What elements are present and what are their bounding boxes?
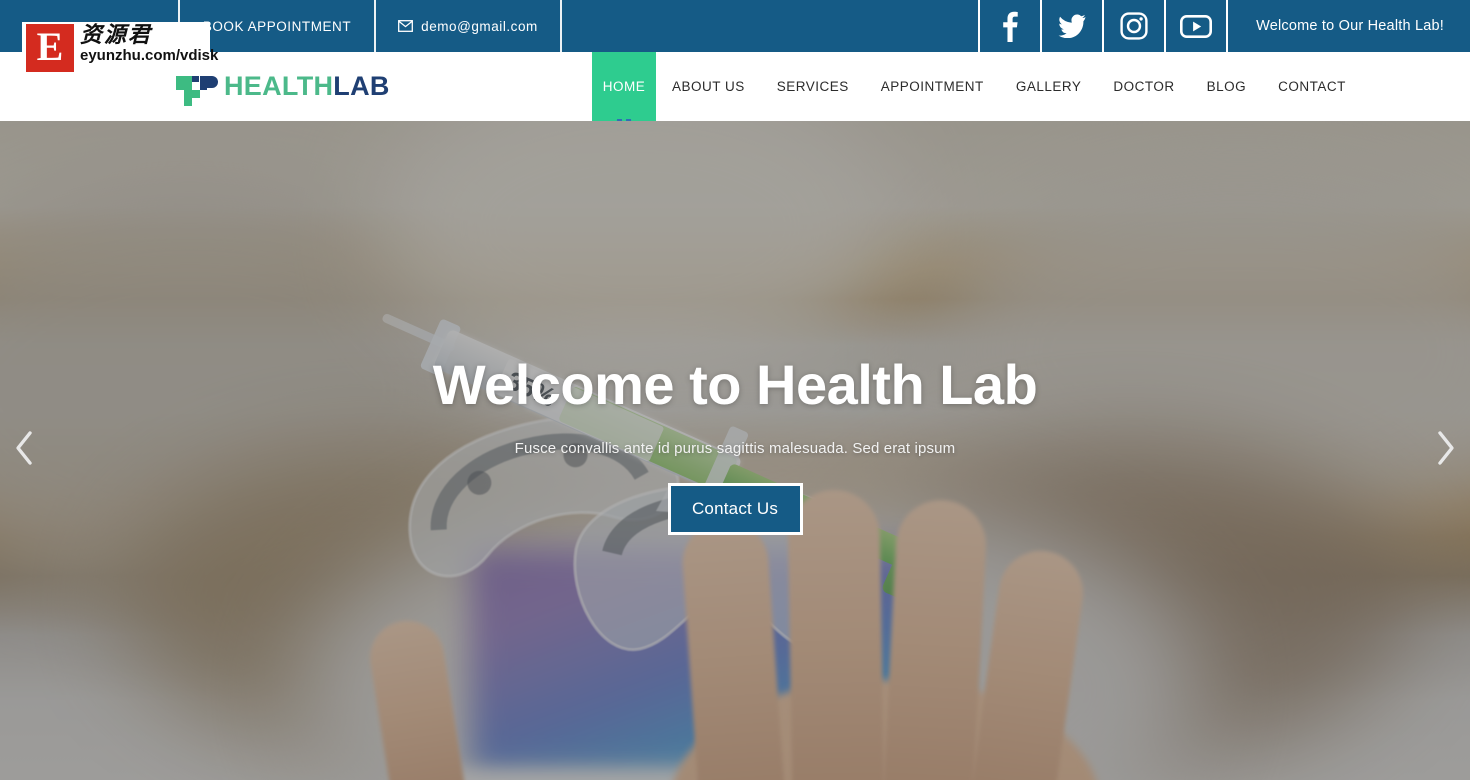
email-link[interactable]: demo@gmail.com xyxy=(376,0,562,52)
youtube-icon xyxy=(1180,14,1213,38)
email-label: demo@gmail.com xyxy=(421,18,538,34)
nav-item-blog[interactable]: BLOG xyxy=(1191,52,1263,121)
book-appointment-label: BOOK APPOINTMENT xyxy=(202,18,352,34)
nav-item-contact-label: CONTACT xyxy=(1278,79,1346,94)
social-link-facebook[interactable] xyxy=(978,0,1043,52)
hero-title: Welcome to Health Lab xyxy=(432,353,1038,417)
slider-next-button[interactable] xyxy=(1424,421,1468,481)
twitter-icon xyxy=(1058,14,1086,38)
watermark-text: 资源君 eyunzhu.com/vdisk xyxy=(80,24,218,65)
nav-item-about-us-label: ABOUT US xyxy=(672,79,745,94)
contact-us-button[interactable]: Contact Us xyxy=(667,482,803,535)
social-links xyxy=(978,0,1229,52)
chevron-right-icon xyxy=(1435,430,1457,471)
site-header: HEALTHLAB HOME ABOUT US SERVICES APPOINT… xyxy=(0,52,1470,136)
logo-text-health: HEALTH xyxy=(224,71,334,101)
nav-item-gallery[interactable]: GALLERY xyxy=(1000,52,1098,121)
hero-slider: 35% Welcome to Health Lab Fusce convalli… xyxy=(0,121,1470,780)
top-bar-middle-spacer xyxy=(562,0,978,52)
slider-prev-button[interactable] xyxy=(2,421,46,481)
nav-item-doctor-label: DOCTOR xyxy=(1113,79,1175,94)
facebook-icon xyxy=(1002,10,1018,42)
nav-item-doctor[interactable]: DOCTOR xyxy=(1097,52,1190,121)
watermark-overlay: E 资源君 eyunzhu.com/vdisk xyxy=(22,22,218,76)
hero-content: Welcome to Health Lab Fusce convallis an… xyxy=(0,121,1470,780)
logo-text-lab: LAB xyxy=(333,71,390,101)
nav-item-contact[interactable]: CONTACT xyxy=(1262,52,1362,121)
contact-us-button-label: Contact Us xyxy=(691,498,779,518)
welcome-message-label: Welcome to Our Health Lab! xyxy=(1256,18,1444,34)
envelope-icon xyxy=(398,20,414,32)
logo-text: HEALTHLAB xyxy=(224,73,390,100)
nav-item-home[interactable]: HOME xyxy=(592,52,656,136)
welcome-message: Welcome to Our Health Lab! xyxy=(1226,0,1470,52)
social-link-instagram[interactable] xyxy=(1102,0,1167,52)
nav-item-appointment-label: APPOINTMENT xyxy=(880,79,984,94)
watermark-badge-icon: E xyxy=(26,24,74,72)
nav-item-gallery-label: GALLERY xyxy=(1015,79,1082,94)
instagram-icon xyxy=(1120,12,1148,40)
top-bar: BOOK APPOINTMENT demo@gmail.com Welcome … xyxy=(0,0,1470,52)
nav-item-about-us[interactable]: ABOUT US xyxy=(656,52,761,121)
nav-item-services-label: SERVICES xyxy=(776,79,849,94)
social-link-youtube[interactable] xyxy=(1164,0,1229,52)
social-link-twitter[interactable] xyxy=(1040,0,1105,52)
watermark-url: eyunzhu.com/vdisk xyxy=(80,47,219,65)
main-navigation: HOME ABOUT US SERVICES APPOINTMENT GALLE… xyxy=(592,52,1362,136)
watermark-chinese-text: 资源君 xyxy=(80,23,153,48)
nav-item-blog-label: BLOG xyxy=(1206,79,1247,94)
nav-item-services[interactable]: SERVICES xyxy=(761,52,865,121)
nav-item-appointment[interactable]: APPOINTMENT xyxy=(865,52,1000,121)
hero-subtitle: Fusce convallis ante id purus sagittis m… xyxy=(514,439,956,457)
chevron-left-icon xyxy=(13,430,35,471)
nav-item-home-label: HOME xyxy=(602,79,646,94)
watermark-badge-letter: E xyxy=(36,23,64,69)
